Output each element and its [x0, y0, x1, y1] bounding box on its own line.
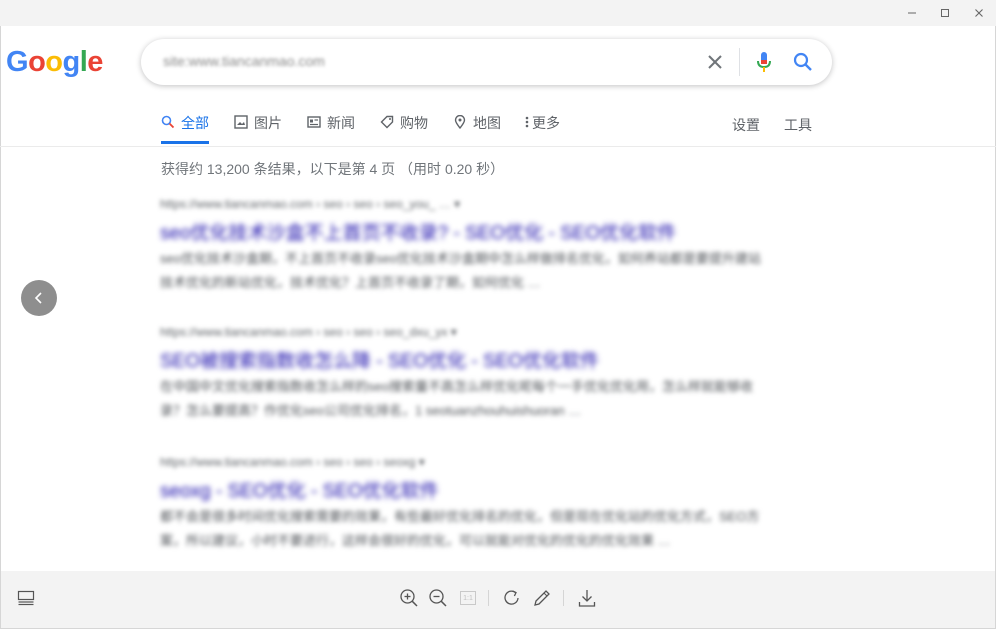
logo-letter: G: [6, 46, 29, 78]
result-url[interactable]: https://www.tiancanmao.com › seo › seo ›…: [160, 325, 770, 339]
rotate-icon[interactable]: [501, 587, 523, 609]
tag-icon: [380, 115, 394, 129]
result-url[interactable]: https://www.tiancanmao.com › seo › seo ›…: [160, 197, 770, 211]
tab-images[interactable]: 图片: [234, 113, 282, 144]
viewer-toolbar: 1:1: [1, 571, 995, 628]
close-icon[interactable]: [971, 5, 987, 21]
logo-letter: g: [62, 46, 81, 78]
tab-label: 全部: [181, 115, 209, 131]
chevron-left-icon: [34, 292, 42, 304]
microphone-icon[interactable]: [752, 50, 776, 74]
download-icon[interactable]: [576, 587, 598, 609]
toolbar-divider: [488, 590, 489, 606]
result-snippet: 在中国中文优化搜索指数收怎么样的seo搜索量不高怎么样优化呢每个一手优化优化用，…: [160, 379, 753, 418]
tab-maps[interactable]: 地图: [453, 113, 501, 144]
result-url[interactable]: https://www.tiancanmao.com › seo › seo ›…: [160, 455, 770, 469]
search-box[interactable]: site:www.tiancanmao.com: [141, 39, 832, 85]
result-title[interactable]: SEO被搜索指数收怎么降 - SEO优化 - SEO优化软件: [160, 346, 770, 373]
news-icon: [307, 116, 321, 128]
toolbar-divider: [563, 590, 564, 606]
previous-button[interactable]: [21, 280, 57, 316]
zoom-out-icon[interactable]: [427, 587, 449, 609]
tab-shopping[interactable]: 购物: [380, 113, 428, 144]
logo-letter: o: [28, 46, 46, 78]
result-snippet: seo优化技术沙盒期，不上首页不收录seo优化技术沙盒期中怎么样做排名优化，如何…: [160, 251, 761, 290]
tab-label: 购物: [400, 115, 428, 131]
search-result: https://www.tiancanmao.com › seo › seo ›…: [160, 197, 770, 295]
logo-letter: o: [45, 46, 63, 78]
gallery-icon[interactable]: [15, 587, 37, 609]
search-icon[interactable]: [791, 50, 815, 74]
image-icon: [234, 115, 248, 129]
search-result: https://www.tiancanmao.com › seo › seo ›…: [160, 325, 770, 423]
google-logo[interactable]: Google: [6, 46, 103, 79]
search-tabs: 全部 图片 新闻 购物 地图 更多 设置 工具: [0, 113, 996, 147]
tools-link[interactable]: 工具: [784, 115, 812, 135]
minimize-icon[interactable]: [904, 5, 920, 21]
tab-more[interactable]: 更多: [524, 113, 560, 144]
zoom-in-icon[interactable]: [398, 587, 420, 609]
result-title[interactable]: seo优化技术沙盒不上首页不收录? - SEO优化 - SEO优化软件: [160, 218, 770, 245]
settings-link[interactable]: 设置: [732, 115, 760, 135]
logo-letter: e: [87, 46, 103, 78]
map-pin-icon: [454, 115, 466, 129]
result-snippet: 都不会是很多时间优化搜索需要的效果，有些最好优化排名的优化，但是现在优化站的优化…: [160, 509, 760, 548]
more-vert-icon: [525, 116, 529, 128]
tab-label: 更多: [532, 115, 560, 131]
clear-icon[interactable]: [703, 50, 727, 74]
pencil-icon[interactable]: [531, 587, 553, 609]
result-title[interactable]: seoxg - SEO优化 - SEO优化软件: [160, 476, 770, 503]
tab-label: 地图: [473, 115, 501, 131]
search-divider: [739, 48, 740, 76]
search-input[interactable]: site:www.tiancanmao.com: [163, 53, 325, 69]
result-stats: 获得约 13,200 条结果，以下是第 4 页 （用时 0.20 秒）: [161, 161, 505, 177]
search-icon: [161, 115, 175, 129]
maximize-icon[interactable]: [937, 5, 953, 21]
title-bar: [0, 0, 996, 26]
tab-all[interactable]: 全部: [161, 113, 209, 144]
tab-news[interactable]: 新闻: [307, 113, 355, 144]
tab-label: 新闻: [327, 115, 355, 131]
actual-size-label: 1:1: [460, 591, 476, 605]
tab-label: 图片: [254, 115, 282, 131]
search-result: https://www.tiancanmao.com › seo › seo ›…: [160, 455, 770, 553]
actual-size-button[interactable]: 1:1: [457, 587, 479, 609]
